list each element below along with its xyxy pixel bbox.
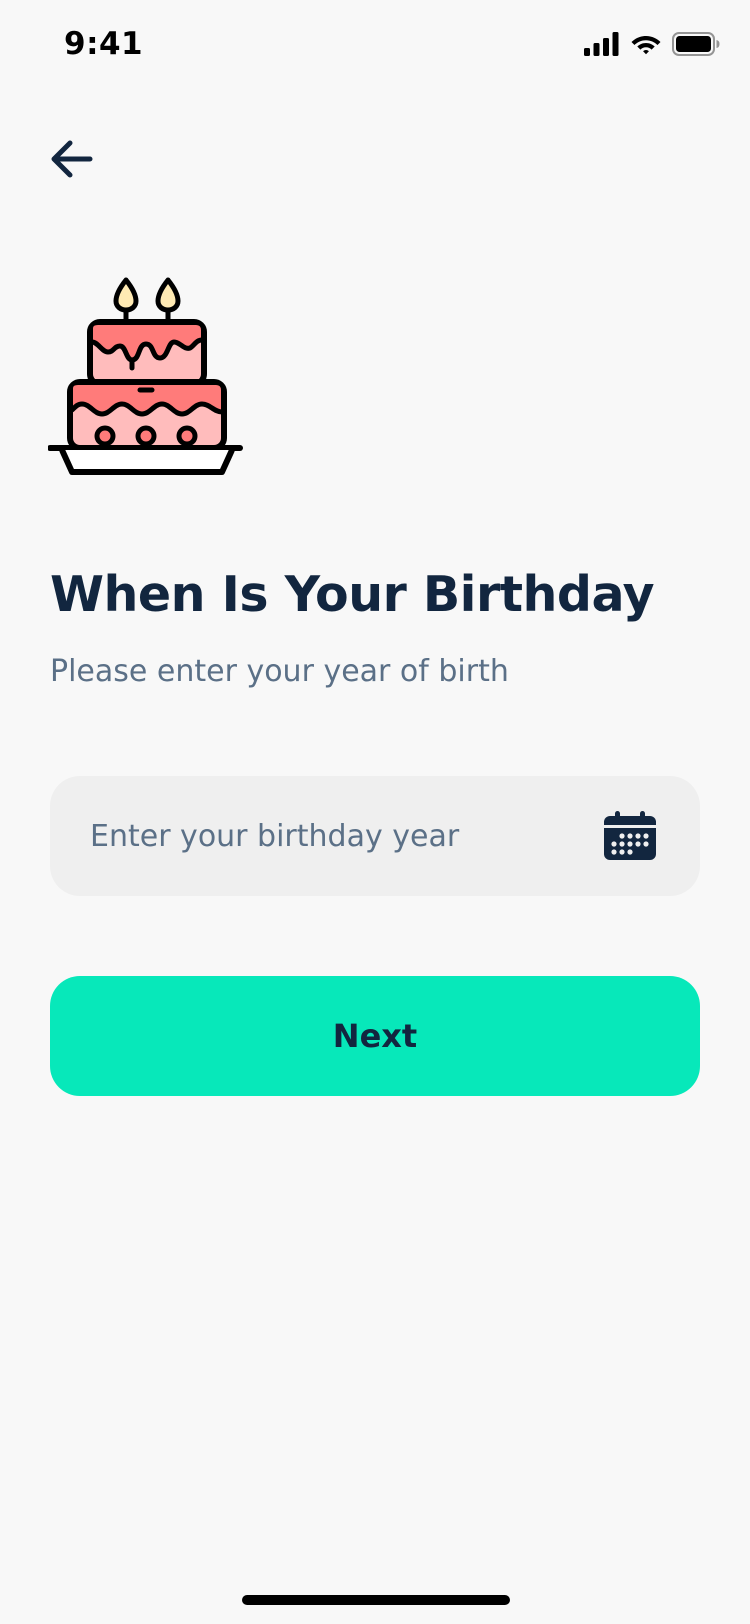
home-indicator[interactable]	[242, 1595, 510, 1605]
status-bar: 9:41	[0, 0, 750, 90]
calendar-icon[interactable]	[602, 810, 658, 862]
birthday-year-input[interactable]	[90, 806, 602, 866]
page-subtitle: Please enter your year of birth	[50, 654, 509, 689]
status-time: 9:41	[64, 26, 144, 62]
back-button[interactable]	[40, 130, 102, 192]
page-title: When Is Your Birthday	[50, 566, 655, 623]
birthday-cake-icon	[47, 276, 252, 482]
battery-icon	[672, 32, 720, 60]
status-icons	[584, 30, 720, 62]
birthday-year-field[interactable]	[50, 776, 700, 896]
cellular-signal-icon	[584, 32, 620, 60]
arrow-left-icon	[48, 139, 94, 183]
birthday-screen: 9:41 When Is Your Birthday Please enter …	[0, 0, 750, 1624]
wifi-icon	[630, 32, 662, 60]
next-button[interactable]: Next	[50, 976, 700, 1096]
